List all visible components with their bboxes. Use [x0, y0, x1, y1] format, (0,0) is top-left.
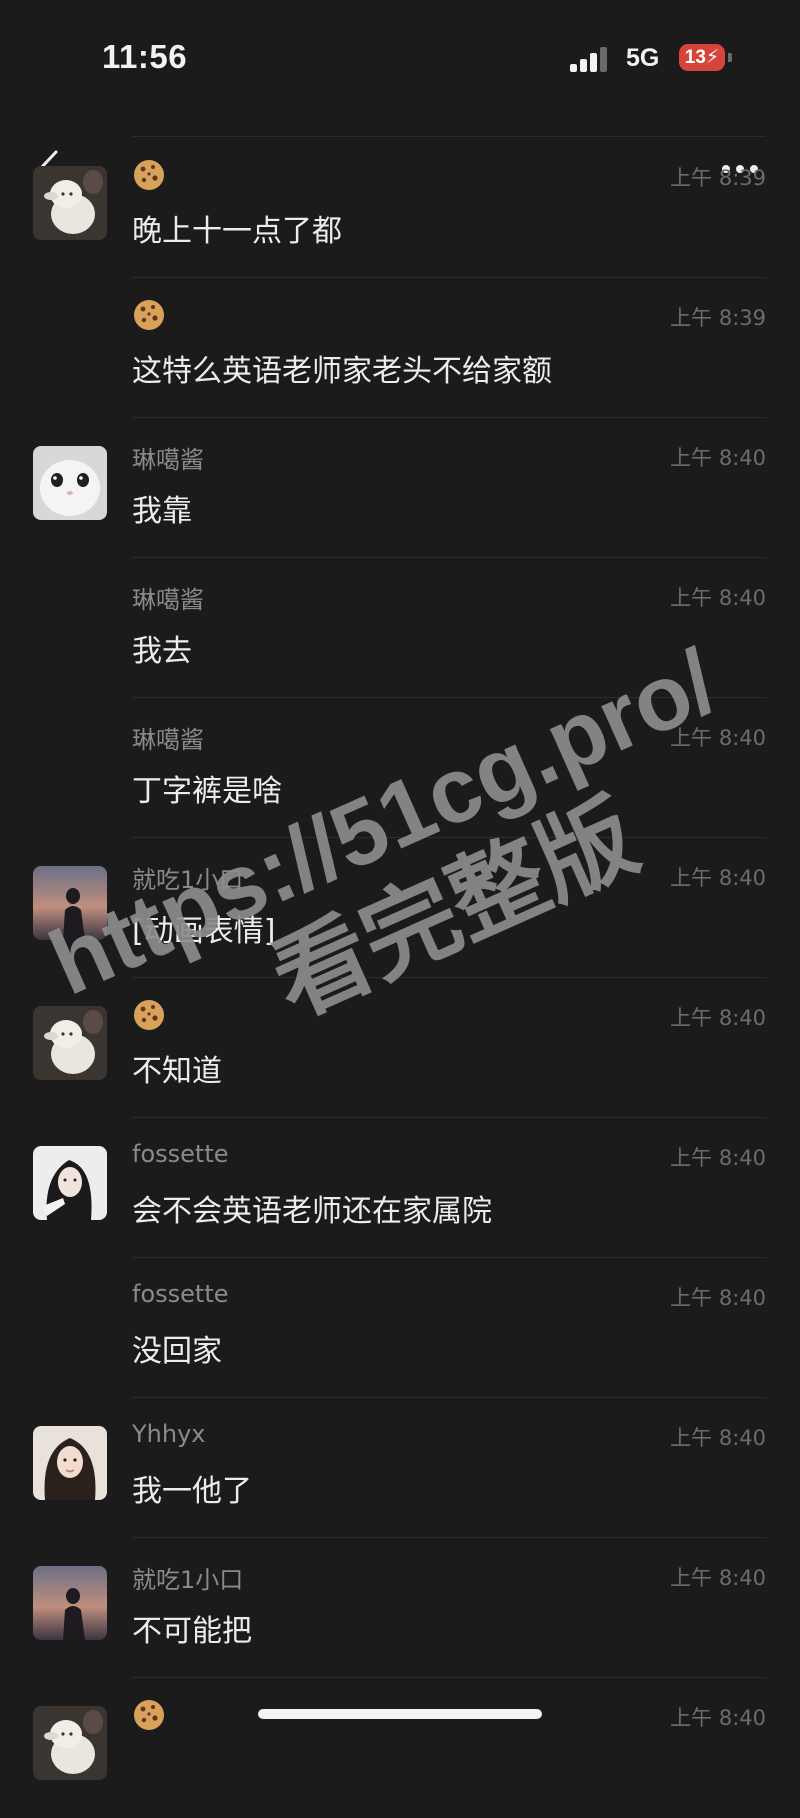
- message-item[interactable]: 就吃1小口 上午 8:40 不可能把: [0, 1538, 800, 1678]
- avatar[interactable]: [33, 1566, 107, 1640]
- message-time: 上午 8:40: [670, 446, 766, 470]
- sender-name: 就吃1小口: [132, 1566, 244, 1594]
- message-time: 上午 8:40: [670, 1706, 766, 1730]
- message-text: 不可能把: [132, 1614, 252, 1649]
- avatar[interactable]: [33, 1006, 107, 1080]
- message-time: 上午 8:40: [670, 1566, 766, 1590]
- message-text: 这特么英语老师家老头不给家额: [132, 354, 552, 389]
- message-text: 会不会英语老师还在家属院: [132, 1194, 492, 1229]
- sunset-silhouette-avatar: [33, 1566, 107, 1640]
- cookie-icon: [132, 298, 166, 332]
- avatar[interactable]: [33, 1426, 107, 1500]
- message-item[interactable]: fossette 上午 8:40 会不会英语老师还在家属院: [0, 1118, 800, 1258]
- battery-level: 13: [684, 47, 706, 68]
- message-text: 不知道: [132, 1054, 222, 1089]
- battery-icon: 13⚡: [679, 44, 725, 71]
- message-list: 上午 8:39 晚上十一点了都 上午 8:39 这特么英语老师家老头不给家额 琳…: [0, 138, 800, 1818]
- status-time: 11:56: [102, 38, 188, 75]
- girl-portrait-avatar: [33, 1426, 107, 1500]
- lamb-plush-avatar: [33, 1706, 107, 1780]
- message-item[interactable]: 就吃1小口 上午 8:40 [动画表情]: [0, 838, 800, 978]
- message-item[interactable]: Yhhyx 上午 8:40 我一他了: [0, 1398, 800, 1538]
- signal-icon: [570, 46, 610, 72]
- message-time: 上午 8:40: [670, 726, 766, 750]
- message-item[interactable]: 琳噶酱 上午 8:40 我去: [0, 558, 800, 698]
- avatar[interactable]: [33, 446, 107, 520]
- message-time: 上午 8:40: [670, 1286, 766, 1310]
- avatar[interactable]: [33, 866, 107, 940]
- message-text: 我一他了: [132, 1474, 252, 1509]
- message-time: 上午 8:40: [670, 1146, 766, 1170]
- sunset-silhouette-avatar: [33, 866, 107, 940]
- sender-name: Yhhyx: [132, 1420, 206, 1448]
- sender-name: fossette: [132, 1140, 229, 1168]
- battery-cap: [728, 53, 732, 62]
- home-indicator[interactable]: [258, 1709, 542, 1719]
- lamb-plush-avatar: [33, 166, 107, 240]
- message-item[interactable]: 琳噶酱 上午 8:40 我靠: [0, 418, 800, 558]
- sender-name: 琳噶酱: [132, 446, 204, 474]
- sender-name: 琳噶酱: [132, 586, 204, 614]
- lamb-plush-avatar: [33, 1006, 107, 1080]
- message-text: [动画表情]: [132, 914, 276, 949]
- sender-name: 琳噶酱: [132, 726, 204, 754]
- message-item[interactable]: fossette 上午 8:40 没回家: [0, 1258, 800, 1398]
- status-bar: 11:56 5G 13⚡: [0, 0, 800, 110]
- message-item[interactable]: 上午 8:40 不知道: [0, 978, 800, 1118]
- top-divider: [132, 136, 766, 137]
- message-time: 上午 8:40: [670, 586, 766, 610]
- message-time: 上午 8:39: [670, 166, 766, 190]
- message-time: 上午 8:40: [670, 866, 766, 890]
- message-item[interactable]: 上午 8:40: [0, 1678, 800, 1818]
- network-type: 5G: [626, 44, 660, 72]
- avatar[interactable]: [33, 166, 107, 240]
- message-item[interactable]: 上午 8:39 这特么英语老师家老头不给家额: [0, 278, 800, 418]
- sender-name: fossette: [132, 1280, 229, 1308]
- message-time: 上午 8:39: [670, 306, 766, 330]
- message-time: 上午 8:40: [670, 1426, 766, 1450]
- avatar[interactable]: [33, 1146, 107, 1220]
- girl-bw-avatar: [33, 1146, 107, 1220]
- sender-name: 就吃1小口: [132, 866, 244, 894]
- cookie-icon: [132, 1698, 166, 1732]
- avatar[interactable]: [33, 1706, 107, 1780]
- message-text: 丁字裤是啥: [132, 774, 282, 809]
- message-text: 没回家: [132, 1334, 222, 1369]
- cookie-icon: [132, 158, 166, 192]
- message-item[interactable]: 上午 8:39 晚上十一点了都: [0, 138, 800, 278]
- message-time: 上午 8:40: [670, 1006, 766, 1030]
- message-text: 晚上十一点了都: [132, 214, 342, 249]
- message-text: 我靠: [132, 494, 192, 529]
- message-text: 我去: [132, 634, 192, 669]
- message-item[interactable]: 琳噶酱 上午 8:40 丁字裤是啥: [0, 698, 800, 838]
- white-cat-avatar: [33, 446, 107, 520]
- cookie-icon: [132, 998, 166, 1032]
